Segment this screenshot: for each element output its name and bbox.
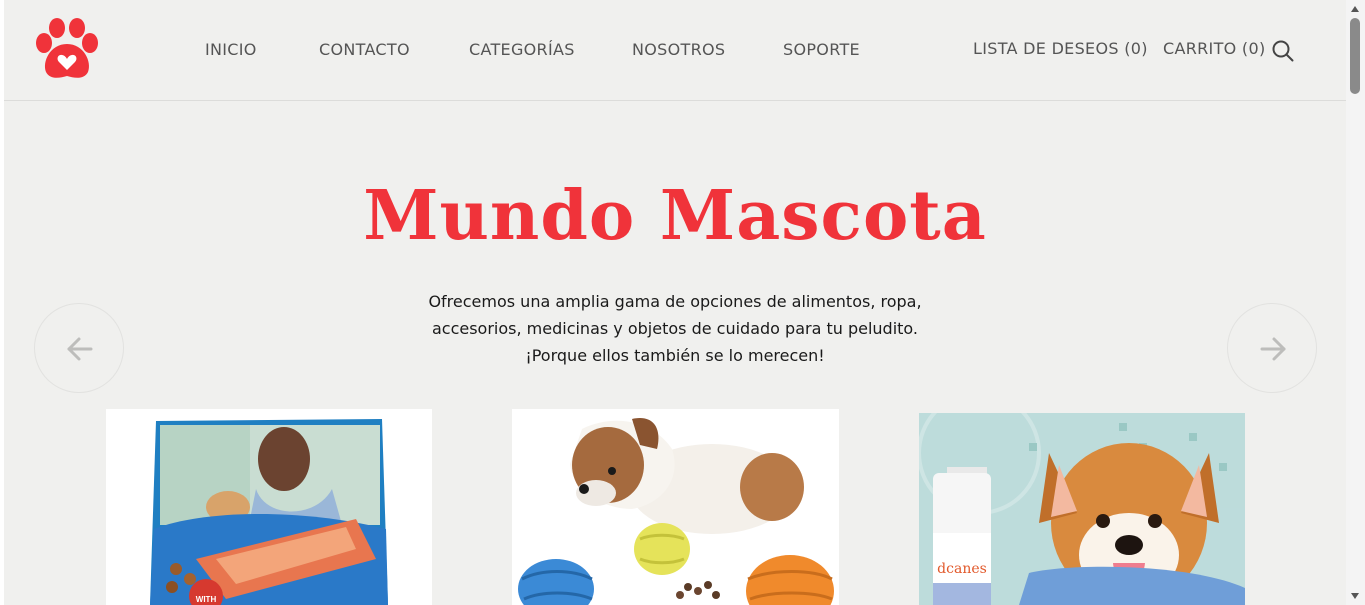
wishlist-link[interactable]: LISTA DE DESEOS (0): [973, 39, 1148, 58]
product-card-cat-food[interactable]: WITH: [106, 409, 432, 605]
paw-heart-icon[interactable]: [32, 18, 102, 82]
hero-description: Ofrecemos una amplia gama de opciones de…: [375, 288, 975, 369]
arrow-right-icon: [1260, 337, 1286, 361]
dog-toys-image: [512, 409, 839, 605]
carousel-next-button[interactable]: [1227, 303, 1317, 393]
hero-title: Mundo Mascota: [363, 176, 987, 256]
product-card-dog-toys[interactable]: [512, 409, 839, 605]
cart-link[interactable]: CARRITO (0): [1163, 39, 1266, 58]
shampoo-label: dcanes: [937, 561, 987, 577]
nav-nosotros[interactable]: NOSOTROS: [632, 40, 725, 59]
page: INICIO CONTACTO CATEGORÍAS NOSOTROS SOPO…: [4, 0, 1346, 605]
corgi-shampoo-image: dcanes: [919, 413, 1245, 605]
scrollbar-thumb[interactable]: [1350, 18, 1360, 94]
hero-line: ¡Porque ellos también se lo merecen!: [525, 346, 825, 365]
hero-line: Ofrecemos una amplia gama de opciones de…: [428, 292, 922, 311]
scroll-up-icon[interactable]: [1350, 4, 1360, 14]
hero-line: accesorios, medicinas y objetos de cuida…: [431, 319, 919, 338]
nav-inicio[interactable]: INICIO: [205, 40, 257, 59]
nav-soporte[interactable]: SOPORTE: [783, 40, 860, 59]
search-icon[interactable]: [1272, 40, 1294, 62]
scroll-down-icon[interactable]: [1350, 591, 1360, 601]
product-card-shampoo[interactable]: dcanes: [919, 413, 1245, 605]
arrow-left-icon: [67, 337, 93, 361]
nav-contacto[interactable]: CONTACTO: [319, 40, 410, 59]
vertical-scrollbar[interactable]: [1346, 0, 1365, 605]
cat-food-bag-image: WITH: [106, 409, 432, 605]
site-header: INICIO CONTACTO CATEGORÍAS NOSOTROS SOPO…: [4, 0, 1346, 101]
nav-categorias[interactable]: CATEGORÍAS: [469, 40, 575, 59]
carousel-prev-button[interactable]: [34, 303, 124, 393]
bag-label: WITH: [196, 595, 217, 604]
